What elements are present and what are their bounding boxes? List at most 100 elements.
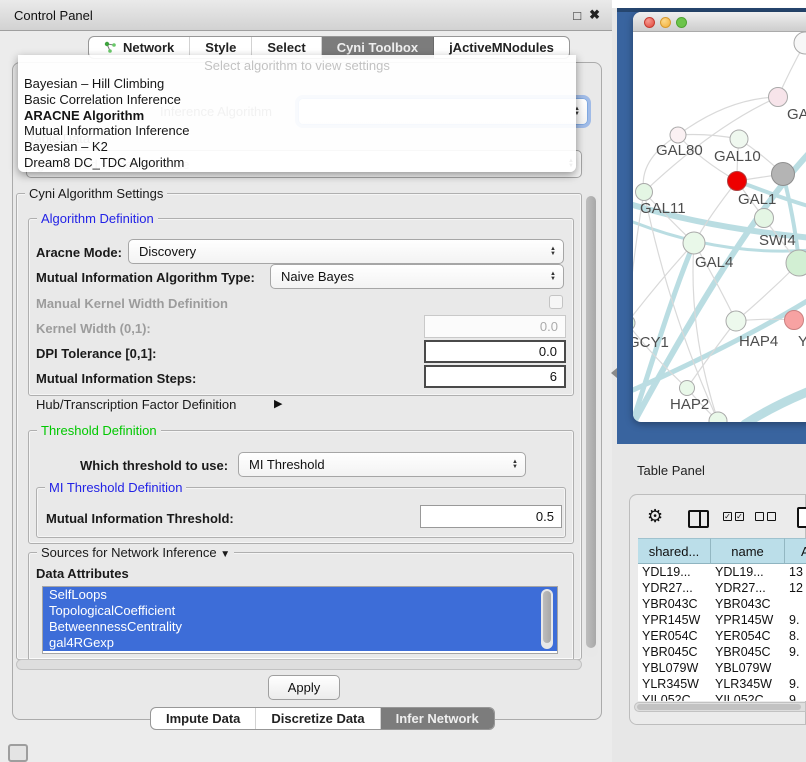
which-threshold-label: Which threshold to use: bbox=[80, 458, 228, 473]
table-cell[interactable]: YIL052C bbox=[715, 693, 785, 701]
table-cell[interactable]: YBR043C bbox=[715, 597, 785, 611]
network-icon bbox=[104, 41, 117, 54]
algorithm-option[interactable]: Basic Correlation Inference bbox=[18, 92, 576, 108]
table-cell[interactable]: YDR27... bbox=[642, 581, 712, 595]
node-swi4[interactable] bbox=[755, 209, 774, 228]
table-cell[interactable]: 8. bbox=[789, 629, 806, 643]
apply-button[interactable]: Apply bbox=[268, 675, 340, 700]
table-cell[interactable]: YLR345W bbox=[642, 677, 712, 691]
close-icon[interactable]: ✖ bbox=[589, 7, 600, 23]
list-item[interactable]: TopologicalCoefficient bbox=[43, 603, 557, 619]
table-cell[interactable]: YDR27... bbox=[715, 581, 785, 595]
mi-algorithm-type-label: Mutual Information Algorithm Type: bbox=[36, 270, 255, 285]
table-cell[interactable]: YBR045C bbox=[642, 645, 712, 659]
close-traffic-light[interactable] bbox=[644, 17, 655, 28]
table-cell[interactable]: 9. bbox=[789, 677, 806, 691]
table-cell[interactable]: YER054C bbox=[642, 629, 712, 643]
node-label: Y bbox=[798, 333, 806, 350]
table-cell[interactable]: YBR043C bbox=[642, 597, 712, 611]
node-unlabeled[interactable] bbox=[794, 32, 806, 54]
table-cell[interactable]: 9. bbox=[789, 613, 806, 627]
node-gal4[interactable] bbox=[683, 232, 705, 254]
network-canvas[interactable]: GAL GAL80 GAL10 GAL1 GAL11 SWI4 GAL4 GCY… bbox=[633, 32, 806, 422]
manual-kernel-width-label: Manual Kernel Width Definition bbox=[36, 296, 228, 311]
mi-threshold-field[interactable]: 0.5 bbox=[420, 505, 562, 528]
list-item[interactable]: BetweennessCentrality bbox=[43, 619, 557, 635]
table-cell[interactable]: 13 bbox=[789, 565, 806, 579]
table-cell[interactable]: YIL052C bbox=[642, 693, 712, 701]
node-gal11[interactable] bbox=[636, 184, 653, 201]
column-header-name[interactable]: name bbox=[711, 538, 785, 564]
node-gal-partial[interactable] bbox=[769, 88, 788, 107]
node-gray[interactable] bbox=[772, 163, 795, 186]
select-all-checkboxes-icon[interactable]: ✓ ✓ bbox=[723, 512, 744, 521]
node-hap2[interactable] bbox=[680, 381, 695, 396]
deselect-all-checkboxes-icon[interactable] bbox=[755, 512, 776, 521]
algorithm-option[interactable]: Bayesian – K2 bbox=[18, 139, 576, 155]
data-attributes-list[interactable]: SelfLoops TopologicalCoefficient Between… bbox=[42, 586, 558, 654]
tab-impute-data[interactable]: Impute Data bbox=[151, 708, 256, 729]
dpi-tolerance-field[interactable]: 0.0 bbox=[424, 340, 566, 363]
which-threshold-combobox[interactable]: MI Threshold ▲▼ bbox=[238, 452, 526, 477]
node-gcy1[interactable] bbox=[633, 315, 635, 331]
table-cell[interactable]: YPR145W bbox=[715, 613, 785, 627]
zoom-traffic-light[interactable] bbox=[676, 17, 687, 28]
node-bottom-partial[interactable] bbox=[709, 412, 727, 422]
list-item[interactable]: SelfLoops bbox=[43, 587, 557, 603]
settings-scrollbar[interactable] bbox=[584, 194, 598, 657]
table-cell[interactable]: YBL079W bbox=[642, 661, 712, 675]
node-label: SWI4 bbox=[759, 232, 796, 249]
float-window-icon[interactable]: □ bbox=[573, 8, 581, 23]
algorithm-option[interactable]: Dream8 DC_TDC Algorithm bbox=[18, 155, 576, 171]
table-cell[interactable]: YDL19... bbox=[642, 565, 712, 579]
node-label: HAP4 bbox=[739, 333, 778, 350]
mi-steps-field[interactable]: 6 bbox=[424, 365, 566, 388]
table-cell[interactable]: YLR345W bbox=[715, 677, 785, 691]
node-hap4[interactable] bbox=[726, 311, 746, 331]
settings-hscrollbar[interactable] bbox=[16, 659, 582, 670]
collapsed-panel-icon[interactable] bbox=[8, 744, 28, 762]
table-hscrollbar[interactable] bbox=[634, 702, 806, 712]
node-salmon[interactable] bbox=[785, 311, 804, 330]
network-view-window[interactable]: GAL GAL80 GAL10 GAL1 GAL11 SWI4 GAL4 GCY… bbox=[633, 12, 806, 422]
kernel-width-field[interactable]: 0.0 bbox=[424, 315, 566, 338]
attribute-list-scrollbar[interactable] bbox=[541, 589, 553, 649]
table-cell[interactable]: 9. bbox=[789, 693, 806, 701]
table-cell[interactable]: 9. bbox=[789, 645, 806, 659]
popup-hint: Select algorithm to view settings bbox=[18, 55, 576, 76]
group-title: Algorithm Definition bbox=[37, 211, 158, 226]
new-table-icon[interactable] bbox=[797, 507, 806, 528]
list-item[interactable]: gal4RGexp bbox=[43, 635, 557, 651]
node-label: GAL4 bbox=[695, 254, 733, 271]
tab-infer-network[interactable]: Infer Network bbox=[381, 708, 494, 729]
algorithm-option-aracne[interactable]: ARACNE Algorithm bbox=[18, 108, 576, 124]
aracne-mode-combobox[interactable]: Discovery ▲▼ bbox=[128, 239, 564, 264]
node-label: GCY1 bbox=[633, 334, 669, 351]
panel-resize-handle[interactable] bbox=[611, 368, 617, 378]
table-cell[interactable]: YER054C bbox=[715, 629, 785, 643]
algorithm-option[interactable]: Mutual Information Inference bbox=[18, 123, 576, 139]
table-cell[interactable]: YDL19... bbox=[715, 565, 785, 579]
column-view-icon[interactable] bbox=[688, 510, 709, 528]
minimize-traffic-light[interactable] bbox=[660, 17, 671, 28]
table-cell[interactable]: YBR045C bbox=[715, 645, 785, 659]
network-window-titlebar[interactable] bbox=[633, 12, 806, 32]
table-body[interactable]: YDL19... YDL19... 13 YDR27... YDR27... 1… bbox=[638, 564, 806, 701]
node-gal1[interactable] bbox=[728, 172, 747, 191]
table-cell[interactable]: YBL079W bbox=[715, 661, 785, 675]
column-header-shared-name[interactable]: shared... bbox=[638, 538, 711, 564]
column-header-partial[interactable]: A bbox=[785, 538, 806, 564]
node-gal80[interactable] bbox=[670, 127, 686, 143]
table-cell[interactable]: 12 bbox=[789, 581, 806, 595]
collapse-down-icon[interactable]: ▼ bbox=[220, 549, 230, 560]
node-gal10[interactable] bbox=[730, 130, 748, 148]
gear-icon[interactable]: ⚙ bbox=[647, 506, 663, 527]
tab-discretize-data[interactable]: Discretize Data bbox=[256, 708, 380, 729]
control-panel-title: Control Panel bbox=[0, 8, 93, 23]
expand-right-icon[interactable]: ▶ bbox=[274, 397, 282, 410]
mi-algorithm-type-combobox[interactable]: Naive Bayes ▲▼ bbox=[270, 264, 564, 289]
dpi-tolerance-label: DPI Tolerance [0,1]: bbox=[36, 346, 156, 361]
manual-kernel-width-checkbox[interactable] bbox=[549, 295, 563, 309]
table-cell[interactable]: YPR145W bbox=[642, 613, 712, 627]
algorithm-option[interactable]: Bayesian – Hill Climbing bbox=[18, 76, 576, 92]
